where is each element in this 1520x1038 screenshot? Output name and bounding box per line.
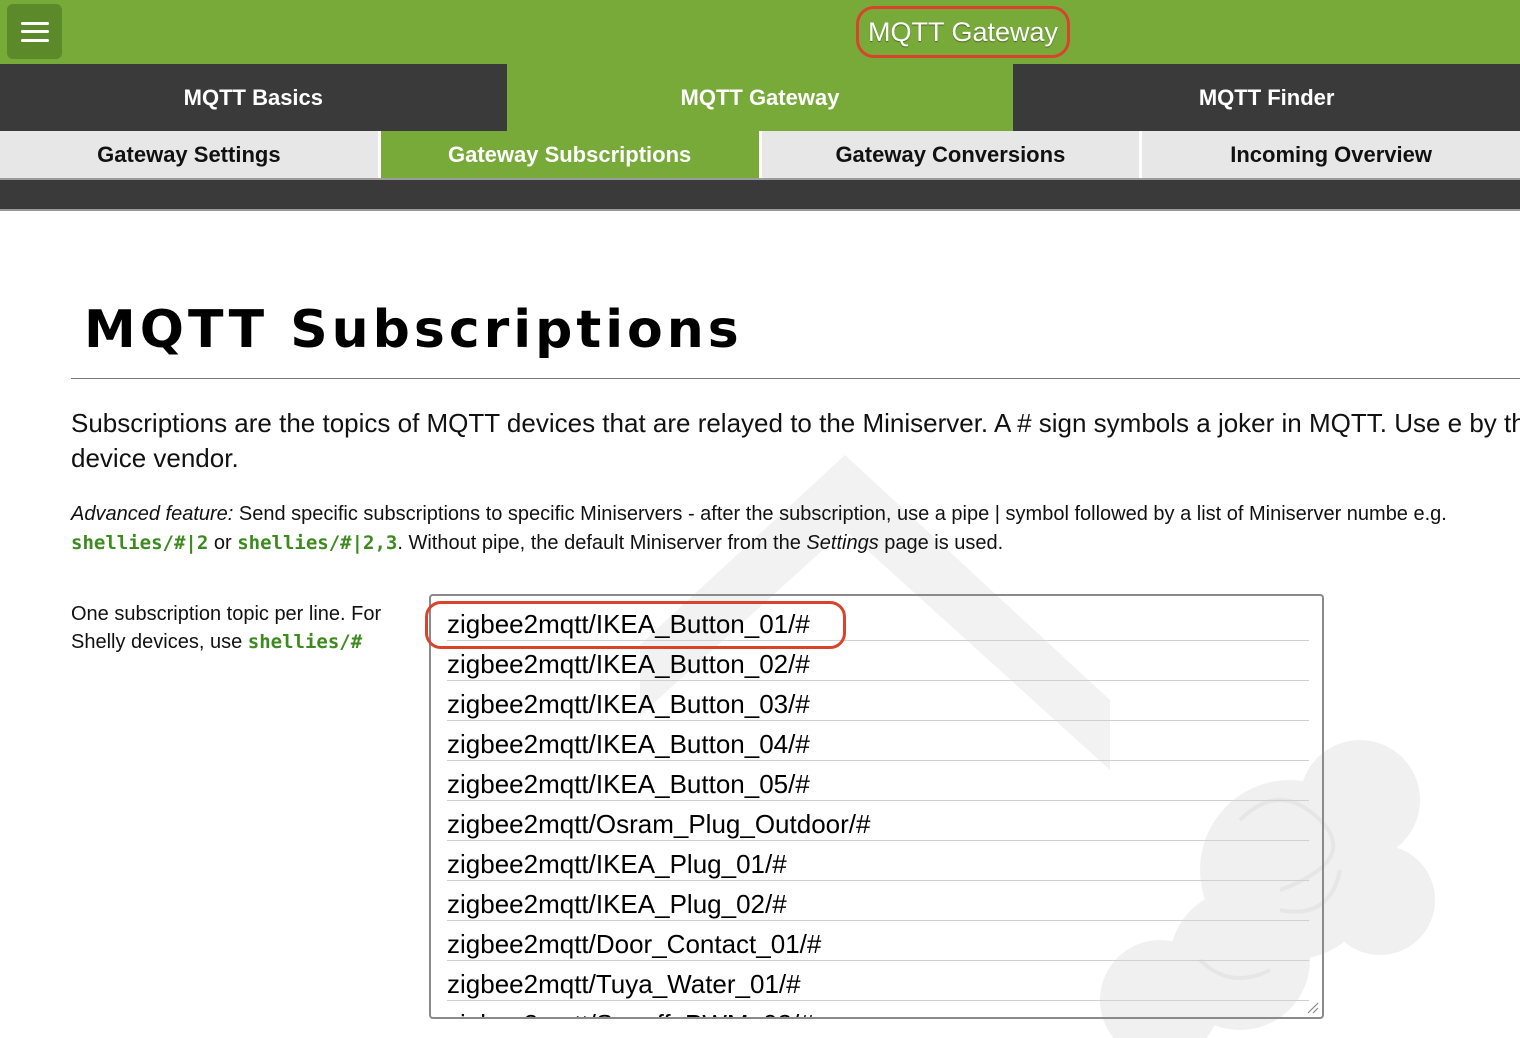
header-title: MQTT Gateway [867, 16, 1059, 47]
subscriptions-textarea[interactable]: zigbee2mqtt/IKEA_Button_01/# zigbee2mqtt… [429, 594, 1324, 1019]
subtab-gateway-conversions[interactable]: Gateway Conversions [762, 131, 1143, 178]
page-title: MQTT Subscriptions [84, 300, 743, 360]
subscription-line[interactable]: zigbee2mqtt/IKEA_Button_01/# [447, 601, 1309, 641]
header-title-highlight: MQTT Gateway [856, 6, 1070, 58]
advanced-label: Advanced feature: [71, 503, 234, 525]
code-example-2: shellies/#|2,3 [237, 532, 398, 554]
sub-tabs: Gateway Settings Gateway Subscriptions G… [0, 131, 1520, 180]
subscription-line[interactable]: zigbee2mqtt/Tuya_Water_01/# [447, 961, 1309, 1001]
subscription-line[interactable]: zigbee2mqtt/Osram_Plug_Outdoor/# [447, 801, 1309, 841]
subscription-line[interactable]: zigbee2mqtt/IKEA_Button_02/# [447, 641, 1309, 681]
subscription-line[interactable]: zigbee2mqtt/IKEA_Button_05/# [447, 761, 1309, 801]
advanced-text-4: page is used. [878, 532, 1004, 554]
subscription-line[interactable]: zigbee2mqtt/Sonoff_PWM_02/# [447, 1001, 1309, 1017]
menu-button[interactable] [7, 4, 62, 59]
advanced-text-1: Send specific subscriptions to specific … [233, 503, 1447, 525]
advanced-text-3: . Without pipe, the default Miniserver f… [397, 532, 807, 554]
tab-mqtt-basics[interactable]: MQTT Basics [0, 64, 507, 131]
subtab-gateway-settings[interactable]: Gateway Settings [0, 131, 381, 178]
advanced-feature-text: Advanced feature: Send specific subscrip… [71, 500, 1520, 558]
subscription-line[interactable]: zigbee2mqtt/IKEA_Button_03/# [447, 681, 1309, 721]
description-text: Subscriptions are the topics of MQTT dev… [71, 408, 1520, 473]
main-tabs: MQTT Basics MQTT Gateway MQTT Finder [0, 64, 1520, 131]
subtab-gateway-subscriptions[interactable]: Gateway Subscriptions [380, 131, 762, 178]
top-header: MQTT Gateway [0, 0, 1520, 64]
nav-divider-bar [0, 180, 1520, 211]
resize-grip-icon[interactable] [1305, 1000, 1319, 1014]
subscription-line[interactable]: zigbee2mqtt/IKEA_Plug_02/# [447, 881, 1309, 921]
subscription-line[interactable]: zigbee2mqtt/IKEA_Button_04/# [447, 721, 1309, 761]
tab-mqtt-finder[interactable]: MQTT Finder [1013, 64, 1520, 131]
tab-mqtt-gateway[interactable]: MQTT Gateway [506, 64, 1014, 131]
hint-code: shellies/# [247, 631, 363, 653]
subscription-lines: zigbee2mqtt/IKEA_Button_01/# zigbee2mqtt… [447, 601, 1309, 1017]
advanced-text-2: or [208, 532, 238, 554]
settings-word: Settings [806, 532, 879, 554]
subscription-line[interactable]: zigbee2mqtt/Door_Contact_01/# [447, 921, 1309, 961]
subscription-line[interactable]: zigbee2mqtt/IKEA_Plug_01/# [447, 841, 1309, 881]
title-divider [71, 378, 1520, 379]
subscription-hint: One subscription topic per line. For She… [71, 600, 421, 656]
code-example-1: shellies/#|2 [71, 532, 209, 554]
subtab-incoming-overview[interactable]: Incoming Overview [1142, 131, 1520, 178]
hamburger-menu-icon [20, 21, 49, 42]
